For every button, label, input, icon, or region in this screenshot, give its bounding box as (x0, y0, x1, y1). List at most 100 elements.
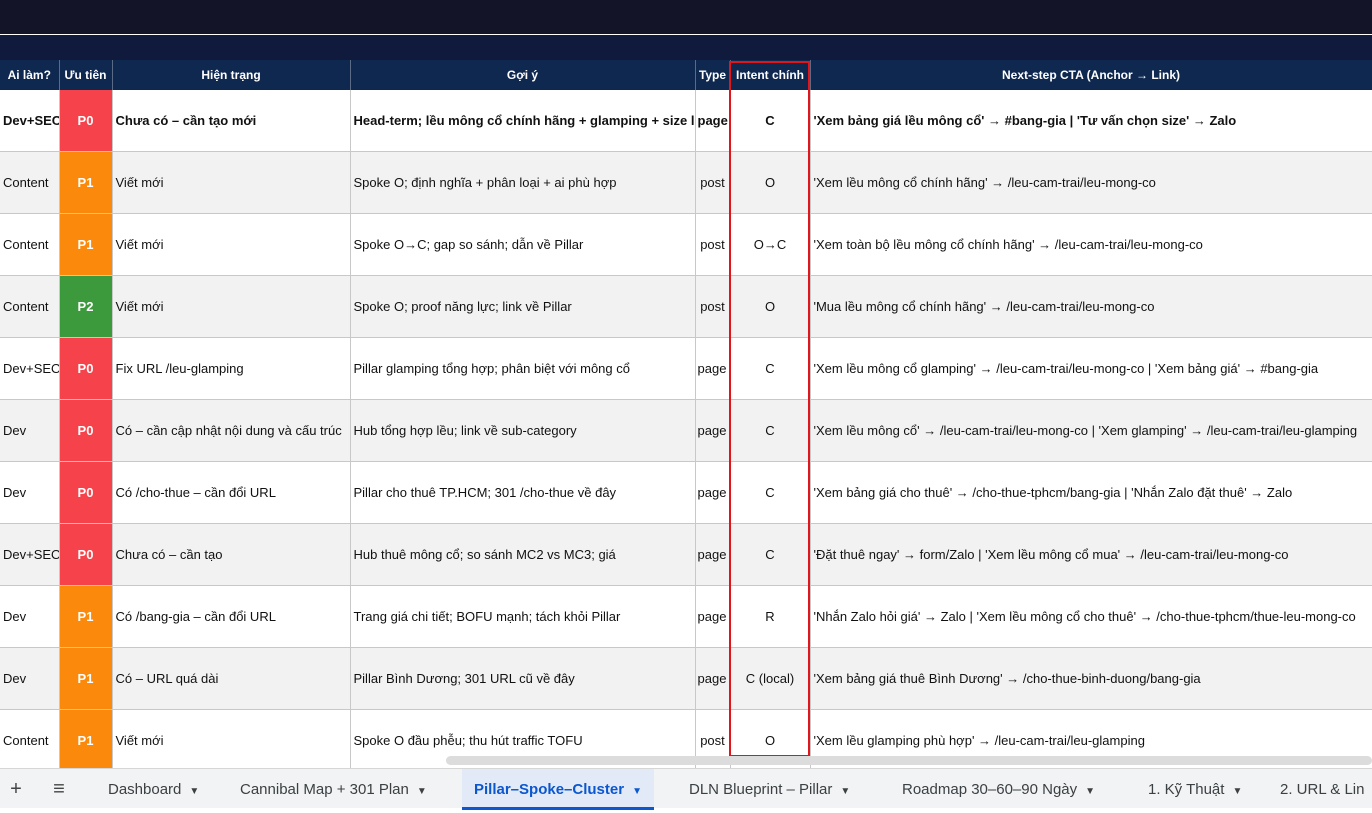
col-header-status[interactable]: Hiện trạng (112, 60, 351, 90)
cell-type[interactable]: post (695, 275, 731, 338)
cell-priority[interactable]: P2 (59, 275, 113, 338)
cell-type[interactable]: page (695, 461, 731, 524)
cell-intent[interactable]: C (730, 90, 811, 152)
cell-who[interactable]: Dev+SEO (0, 90, 60, 152)
cell-cta[interactable]: 'Xem toàn bộ lều mông cổ chính hãng' → /… (810, 213, 1372, 276)
cell-cta[interactable]: 'Xem bảng giá lều mông cổ' → #bang-gia |… (810, 90, 1372, 152)
tab-url-link[interactable]: 2. URL & Lin (1280, 769, 1365, 809)
cell-cta[interactable]: 'Xem bảng giá cho thuê' → /cho-thue-tphc… (810, 461, 1372, 524)
cell-suggest[interactable]: Pillar glamping tổng hợp; phân biệt với … (350, 337, 696, 400)
cell-intent[interactable]: O (730, 151, 811, 214)
cell-status[interactable]: Viết mới (112, 709, 351, 772)
caret-down-icon[interactable]: ▼ (1085, 786, 1095, 797)
cell-suggest[interactable]: Hub thuê mông cổ; so sánh MC2 vs MC3; gi… (350, 523, 696, 586)
col-header-priority[interactable]: Ưu tiên (59, 60, 113, 90)
cell-suggest[interactable]: Spoke O→C; gap so sánh; dẫn về Pillar (350, 213, 696, 276)
cell-status[interactable]: Viết mới (112, 213, 351, 276)
cell-suggest[interactable]: Pillar cho thuê TP.HCM; 301 /cho-thue về… (350, 461, 696, 524)
cell-intent[interactable]: C (730, 461, 811, 524)
cell-priority[interactable]: P0 (59, 337, 113, 400)
cell-type[interactable]: page (695, 399, 731, 462)
cell-who[interactable]: Content (0, 213, 60, 276)
cell-who[interactable]: Dev+SEO (0, 523, 60, 586)
cell-status[interactable]: Fix URL /leu-glamping (112, 337, 351, 400)
cell-intent[interactable]: O→C (730, 213, 811, 276)
caret-down-icon[interactable]: ▼ (632, 786, 642, 797)
cell-who[interactable]: Dev+SEO (0, 337, 60, 400)
cell-cta[interactable]: 'Xem bảng giá thuê Bình Dương' → /cho-th… (810, 647, 1372, 710)
cell-cta[interactable]: 'Xem lều mông cổ' → /leu-cam-trai/leu-mo… (810, 399, 1372, 462)
col-header-suggest[interactable]: Gợi ý (350, 60, 696, 90)
cell-suggest[interactable]: Hub tổng hợp lều; link về sub-category (350, 399, 696, 462)
cell-priority[interactable]: P0 (59, 399, 113, 462)
tab-label: Pillar–Spoke–Cluster (474, 781, 625, 798)
cell-intent[interactable]: C (730, 399, 811, 462)
cell-type[interactable]: page (695, 523, 731, 586)
col-header-intent[interactable]: Intent chính (730, 60, 811, 90)
caret-down-icon[interactable]: ▼ (1232, 786, 1242, 797)
tab-dashboard[interactable]: Dashboard ▼ (108, 769, 199, 809)
cell-who[interactable]: Content (0, 275, 60, 338)
cell-cta[interactable]: 'Xem lều mông cổ glamping' → /leu-cam-tr… (810, 337, 1372, 400)
caret-down-icon[interactable]: ▼ (417, 786, 427, 797)
cell-intent[interactable]: C (local) (730, 647, 811, 710)
caret-down-icon[interactable]: ▼ (189, 786, 199, 797)
cell-type[interactable]: page (695, 337, 731, 400)
cell-type[interactable]: page (695, 647, 731, 710)
tab-ky-thuat[interactable]: 1. Kỹ Thuật ▼ (1148, 769, 1242, 809)
cell-type[interactable]: post (695, 151, 731, 214)
cell-type[interactable]: post (695, 213, 731, 276)
tab-roadmap[interactable]: Roadmap 30–60–90 Ngày ▼ (902, 769, 1095, 809)
table-row: Content P1 Viết mới Spoke O→C; gap so sá… (0, 213, 1372, 276)
cell-status[interactable]: Chưa có – cần tạo (112, 523, 351, 586)
table-row: Content P2 Viết mới Spoke O; proof năng … (0, 275, 1372, 338)
cell-suggest[interactable]: Spoke O; proof năng lực; link về Pillar (350, 275, 696, 338)
all-sheets-icon[interactable]: ≡ (45, 775, 73, 803)
col-header-type[interactable]: Type (695, 60, 731, 90)
add-sheet-icon[interactable]: + (2, 775, 30, 803)
cell-cta[interactable]: 'Mua lều mông cổ chính hãng' → /leu-cam-… (810, 275, 1372, 338)
cell-intent[interactable]: C (730, 337, 811, 400)
cell-priority[interactable]: P1 (59, 151, 113, 214)
horizontal-scrollbar[interactable] (446, 756, 1372, 765)
cell-who[interactable]: Dev (0, 647, 60, 710)
cell-suggest[interactable]: Head-term; lều mông cổ chính hãng + glam… (350, 90, 696, 152)
col-header-cta[interactable]: Next-step CTA (Anchor → Link) (810, 60, 1372, 90)
tab-dln-blueprint[interactable]: DLN Blueprint – Pillar ▼ (689, 769, 850, 809)
caret-down-icon[interactable]: ▼ (840, 786, 850, 797)
cell-cta[interactable]: 'Đặt thuê ngay' → form/Zalo | 'Xem lều m… (810, 523, 1372, 586)
cell-intent[interactable]: R (730, 585, 811, 648)
cell-priority[interactable]: P1 (59, 585, 113, 648)
cell-status[interactable]: Viết mới (112, 151, 351, 214)
cell-status[interactable]: Có /bang-gia – cần đổi URL (112, 585, 351, 648)
cell-status[interactable]: Có – cần cập nhật nội dung và cấu trúc (112, 399, 351, 462)
cell-who[interactable]: Dev (0, 461, 60, 524)
cell-status[interactable]: Chưa có – cần tạo mới (112, 90, 351, 152)
cell-intent[interactable]: C (730, 523, 811, 586)
cell-who[interactable]: Dev (0, 399, 60, 462)
cell-cta[interactable]: 'Nhắn Zalo hỏi giá' → Zalo | 'Xem lều mô… (810, 585, 1372, 648)
cell-priority[interactable]: P0 (59, 523, 113, 586)
cell-who[interactable]: Content (0, 151, 60, 214)
cell-priority[interactable]: P1 (59, 213, 113, 276)
cell-intent[interactable]: O (730, 275, 811, 338)
cell-status[interactable]: Có /cho-thue – cần đổi URL (112, 461, 351, 524)
cell-who[interactable]: Content (0, 709, 60, 772)
cell-suggest[interactable]: Spoke O; định nghĩa + phân loại + ai phù… (350, 151, 696, 214)
cell-cta[interactable]: 'Xem lều mông cổ chính hãng' → /leu-cam-… (810, 151, 1372, 214)
cell-type[interactable]: page (695, 585, 731, 648)
cell-suggest[interactable]: Trang giá chi tiết; BOFU mạnh; tách khỏi… (350, 585, 696, 648)
formula-bar-area (0, 35, 1372, 60)
cell-who[interactable]: Dev (0, 585, 60, 648)
cell-type[interactable]: page (695, 90, 731, 152)
cell-priority[interactable]: P1 (59, 647, 113, 710)
cell-status[interactable]: Viết mới (112, 275, 351, 338)
tab-cannibal-map[interactable]: Cannibal Map + 301 Plan ▼ (240, 769, 427, 809)
cell-status[interactable]: Có – URL quá dài (112, 647, 351, 710)
cell-suggest[interactable]: Pillar Bình Dương; 301 URL cũ về đây (350, 647, 696, 710)
col-header-who[interactable]: Ai làm? (0, 60, 60, 90)
tab-pillar-spoke-cluster[interactable]: Pillar–Spoke–Cluster ▼ (462, 769, 654, 810)
cell-priority[interactable]: P0 (59, 461, 113, 524)
cell-priority[interactable]: P1 (59, 709, 113, 772)
cell-priority[interactable]: P0 (59, 90, 113, 152)
